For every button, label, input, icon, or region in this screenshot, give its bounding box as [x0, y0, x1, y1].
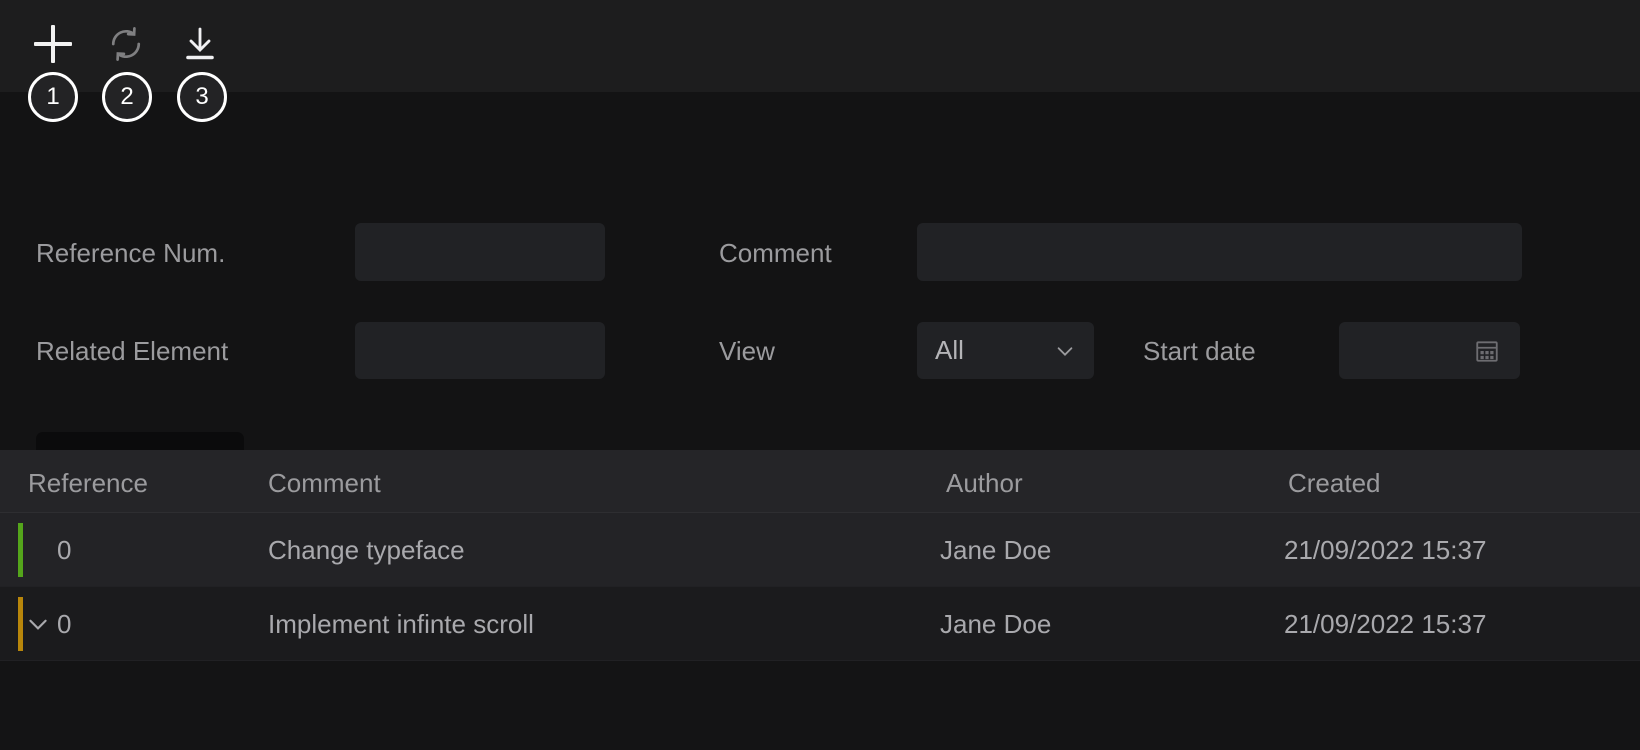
- refresh-button[interactable]: [100, 18, 152, 70]
- annotation-badge-2: 2: [102, 72, 152, 122]
- plus-icon: [34, 25, 72, 63]
- filter-panel: Reference Num. Comment Related Element V…: [0, 92, 1640, 488]
- add-button[interactable]: [27, 18, 79, 70]
- cell-created: 21/09/2022 15:37: [1284, 609, 1487, 639]
- annotation-badge-3: 3: [177, 72, 227, 122]
- related-element-input[interactable]: [355, 322, 605, 379]
- related-element-label: Related Element: [36, 336, 229, 366]
- cell-author: Jane Doe: [940, 535, 1052, 565]
- reference-num-input[interactable]: [355, 223, 605, 281]
- start-date-label: Start date: [1143, 336, 1256, 366]
- comment-label: Comment: [719, 238, 832, 268]
- download-button[interactable]: [174, 18, 226, 70]
- start-date-input[interactable]: [1339, 322, 1520, 379]
- view-select[interactable]: All: [917, 322, 1094, 379]
- table-empty-area: [0, 661, 1640, 750]
- status-marker: [18, 597, 23, 651]
- column-header-reference[interactable]: Reference: [28, 468, 148, 499]
- cell-created: 21/09/2022 15:37: [1284, 535, 1487, 565]
- comment-input[interactable]: [917, 223, 1522, 281]
- view-label: View: [719, 336, 775, 366]
- table-row[interactable]: 0 Change typeface Jane Doe 21/09/2022 15…: [0, 513, 1640, 587]
- top-toolbar: [0, 0, 1640, 92]
- reference-num-label: Reference Num.: [36, 238, 226, 268]
- refresh-icon: [111, 27, 141, 61]
- app-root: 1 2 3 Reference Num. Comment Related Ele…: [0, 0, 1640, 750]
- column-header-created[interactable]: Created: [1288, 468, 1381, 499]
- table-header-row: Reference Comment Author Created: [0, 450, 1640, 513]
- column-header-author[interactable]: Author: [946, 468, 1023, 499]
- chevron-down-icon[interactable]: [25, 611, 51, 637]
- chevron-down-icon: [1057, 346, 1073, 356]
- column-header-comment[interactable]: Comment: [268, 468, 381, 499]
- table-row[interactable]: 0 Implement infinte scroll Jane Doe 21/0…: [0, 587, 1640, 661]
- cell-comment: Implement infinte scroll: [268, 609, 534, 639]
- download-icon: [186, 27, 214, 60]
- cell-author: Jane Doe: [940, 609, 1052, 639]
- annotation-badge-1: 1: [28, 72, 78, 122]
- cell-reference: 0: [57, 609, 72, 639]
- cell-comment: Change typeface: [268, 535, 465, 565]
- status-marker: [18, 523, 23, 577]
- cell-reference: 0: [57, 535, 72, 565]
- calendar-icon: [1476, 340, 1498, 362]
- view-select-value: All: [935, 335, 964, 365]
